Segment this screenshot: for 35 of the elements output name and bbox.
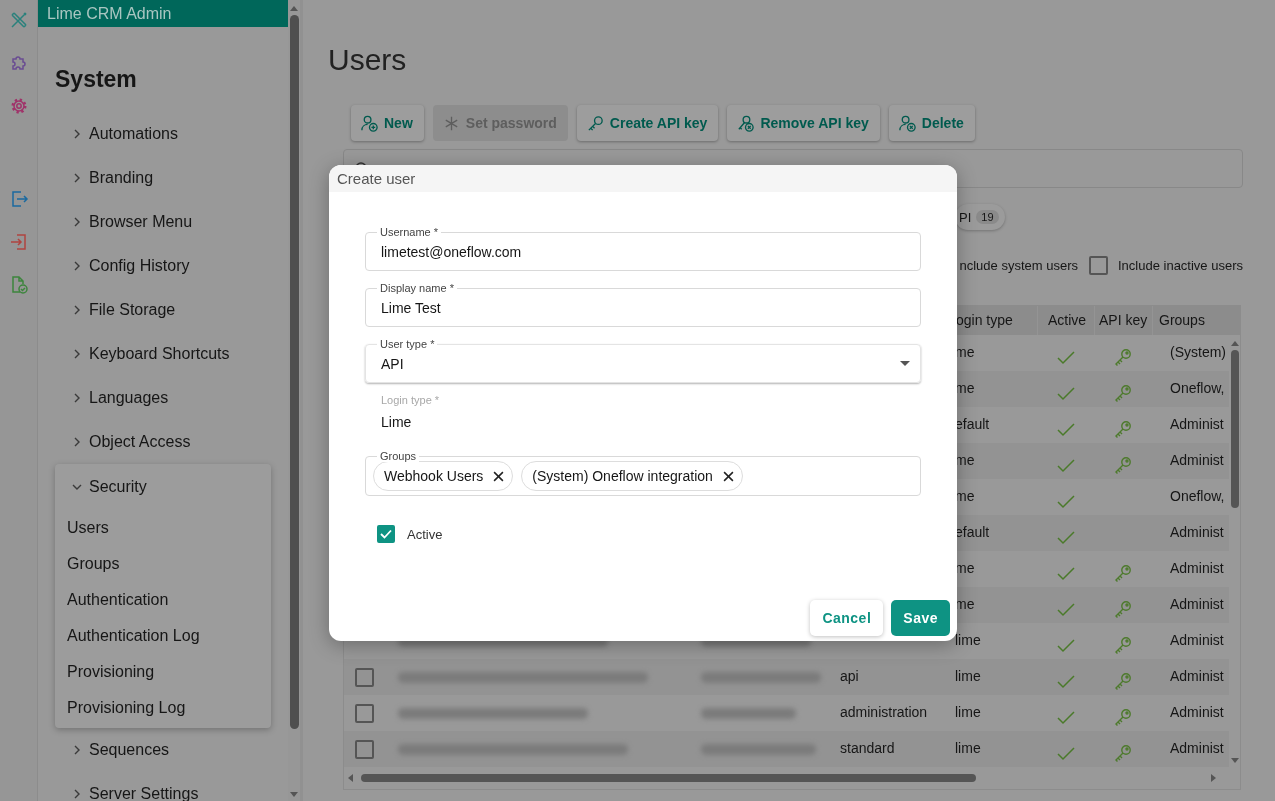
table-cell: administration (840, 704, 928, 720)
table-cell: lime (955, 704, 981, 720)
table-cell: Administ (1170, 416, 1224, 432)
table-cell: Administ (1170, 632, 1224, 648)
count-badge: 19 (976, 210, 999, 224)
table-cell: efault (955, 416, 990, 432)
table-cell: efault (955, 524, 990, 540)
table-cell: Administ (1170, 596, 1224, 612)
table-cell: lime (955, 632, 981, 648)
checkbox-label: Active (407, 526, 443, 542)
field-label: User type * (377, 338, 438, 350)
table-cell: lime (955, 740, 981, 756)
table-cell: lime (955, 668, 981, 684)
table-cell: Administ (1170, 704, 1224, 720)
table-cell: api (840, 668, 859, 684)
table-cell: Administ (1170, 668, 1224, 684)
table-cell: Administ (1170, 740, 1224, 756)
table-cell: (System) (1170, 344, 1226, 360)
table-cell: Administ (1170, 452, 1224, 468)
page-title: Users (328, 42, 408, 78)
field-label: Username * (377, 226, 442, 238)
table-cell: Administ (1170, 560, 1224, 576)
table-cell: standard (840, 740, 895, 756)
field-label: Groups (377, 450, 420, 462)
dialog-title: Create user (329, 165, 957, 192)
table-cell: Oneflow, (1170, 488, 1225, 504)
checkbox-label: Include inactive users (1118, 257, 1243, 273)
field-value: Lime (381, 414, 413, 430)
section-title: System (54, 65, 138, 94)
field-label: Login type * (381, 394, 441, 406)
field-label: Display name * (377, 282, 457, 294)
app-header: Lime CRM Admin (38, 0, 288, 27)
table-cell: Administ (1170, 524, 1224, 540)
checkbox-label: nclude system users (959, 257, 1078, 273)
table-cell: Oneflow, (1170, 380, 1225, 396)
